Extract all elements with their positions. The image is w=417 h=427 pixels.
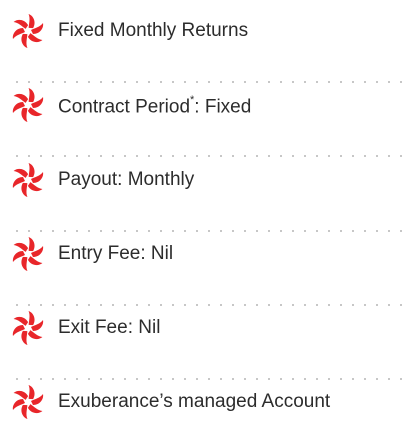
feature-label: Contract Period*: Fixed <box>58 94 252 118</box>
list-item-entry-fee: Entry Fee: Nil <box>0 237 417 271</box>
star-burst-icon <box>10 88 46 122</box>
dotted-divider <box>11 378 406 380</box>
dotted-divider <box>11 230 406 232</box>
list-item-exit-fee: Exit Fee: Nil <box>0 311 417 345</box>
list-item-payout: Payout: Monthly <box>0 163 417 197</box>
star-burst-icon <box>10 311 46 345</box>
list-item-managed-account: Exuberance’s managed Account <box>0 385 417 419</box>
feature-label: Payout: Monthly <box>58 169 195 190</box>
star-burst-icon <box>10 163 46 197</box>
dotted-divider <box>11 81 406 83</box>
feature-label: Exuberance’s managed Account <box>58 391 331 412</box>
feature-label: Fixed Monthly Returns <box>58 20 249 41</box>
feature-label: Exit Fee: Nil <box>58 317 161 338</box>
feature-label: Entry Fee: Nil <box>58 243 174 264</box>
dotted-divider <box>11 155 406 157</box>
dotted-divider <box>11 304 406 306</box>
star-burst-icon <box>10 14 46 48</box>
list-item-fixed-monthly-returns: Fixed Monthly Returns <box>0 14 417 48</box>
list-item-contract-period: Contract Period*: Fixed <box>0 88 417 122</box>
star-burst-icon <box>10 385 46 419</box>
star-burst-icon <box>10 237 46 271</box>
